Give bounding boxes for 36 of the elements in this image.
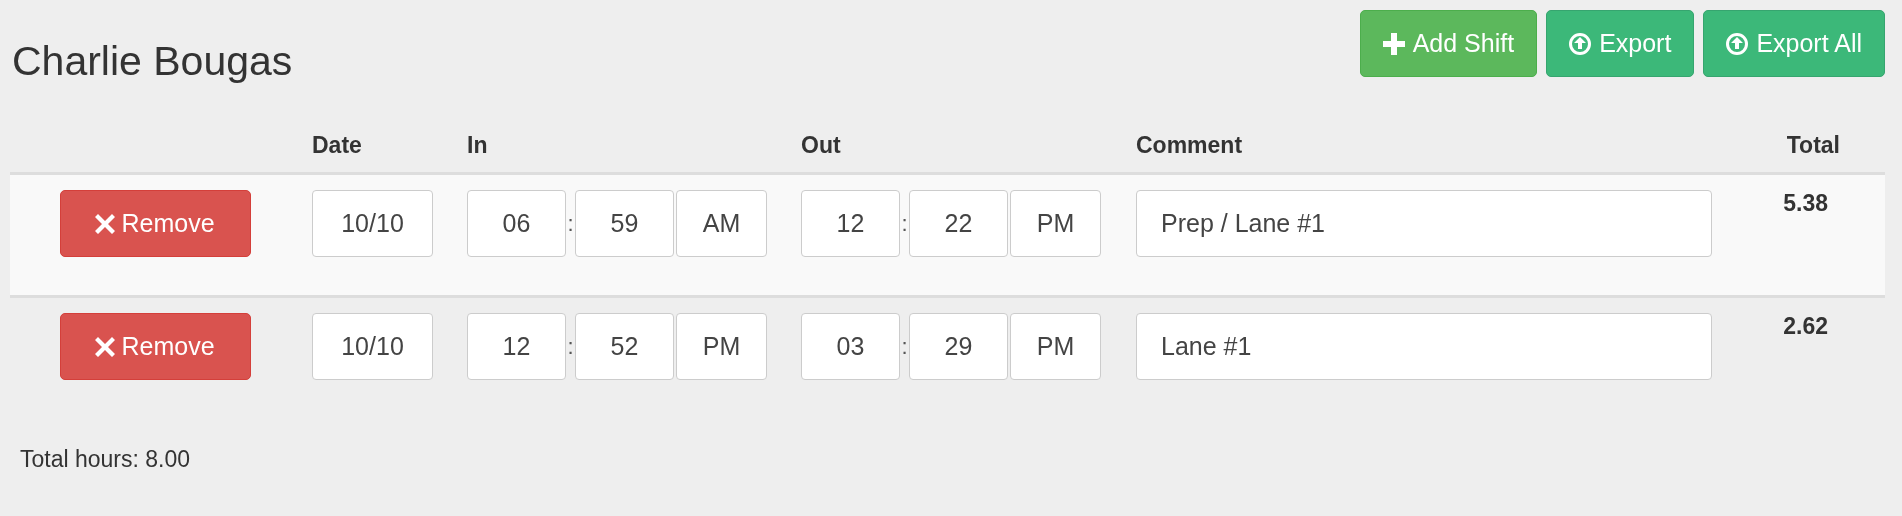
comment-field[interactable]: Prep / Lane #1 bbox=[1136, 190, 1712, 257]
remove-button[interactable]: Remove bbox=[59, 190, 251, 257]
time-separator: : bbox=[566, 210, 575, 237]
ampm-field[interactable]: AM bbox=[676, 190, 767, 257]
hour-field[interactable]: 03 bbox=[801, 313, 900, 380]
minute-field[interactable]: 52 bbox=[575, 313, 674, 380]
date-field[interactable]: 10/10 bbox=[312, 313, 433, 380]
close-icon bbox=[95, 336, 116, 357]
minute-field[interactable]: 22 bbox=[909, 190, 1008, 257]
upload-icon bbox=[1726, 32, 1749, 55]
employee-name: Charlie Bougas bbox=[12, 38, 293, 85]
close-icon bbox=[95, 213, 116, 234]
time-separator: : bbox=[900, 333, 909, 360]
ampm-field[interactable]: PM bbox=[1010, 313, 1101, 380]
plus-icon bbox=[1382, 32, 1405, 55]
shift-total: 5.38 bbox=[1783, 190, 1828, 217]
upload-icon bbox=[1569, 32, 1592, 55]
minute-field[interactable]: 59 bbox=[575, 190, 674, 257]
hour-field[interactable]: 12 bbox=[801, 190, 900, 257]
column-header: Total bbox=[1785, 132, 1841, 160]
remove-button[interactable]: Remove bbox=[59, 313, 251, 380]
hour-field[interactable]: 06 bbox=[467, 190, 566, 257]
date-field[interactable]: 10/10 bbox=[312, 190, 433, 257]
minute-field[interactable]: 29 bbox=[909, 313, 1008, 380]
time-separator: : bbox=[566, 333, 575, 360]
column-header: Date bbox=[311, 132, 363, 160]
shift-total: 2.62 bbox=[1783, 313, 1828, 340]
total-hours: Total hours: 8.00 bbox=[20, 446, 192, 473]
ampm-field[interactable]: PM bbox=[676, 313, 767, 380]
hour-field[interactable]: 12 bbox=[467, 313, 566, 380]
column-header: Comment bbox=[1135, 132, 1244, 160]
comment-field[interactable]: Lane #1 bbox=[1136, 313, 1712, 380]
column-header: Out bbox=[800, 132, 842, 160]
ampm-field[interactable]: PM bbox=[1010, 190, 1101, 257]
column-header: In bbox=[466, 132, 489, 160]
time-separator: : bbox=[900, 210, 909, 237]
